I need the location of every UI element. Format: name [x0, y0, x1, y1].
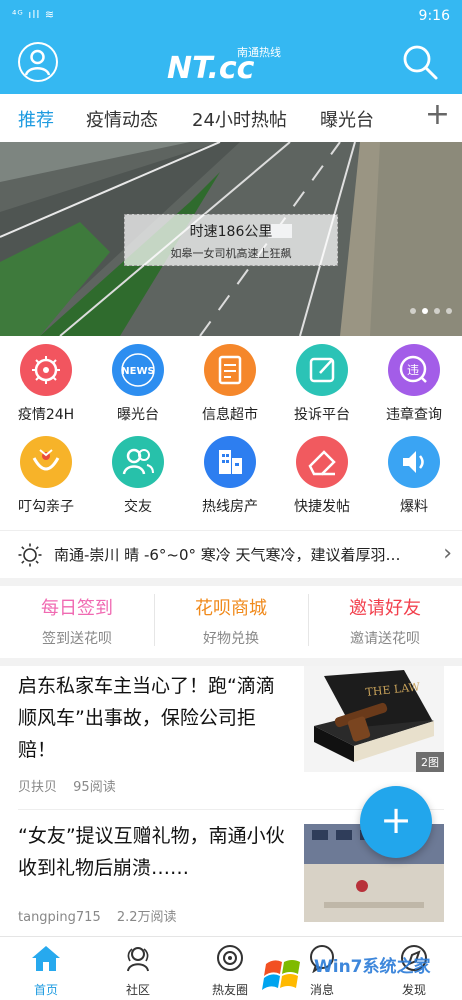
clock: 9:16	[418, 8, 450, 24]
grid-item-violation[interactable]: 违 违章查询	[368, 344, 460, 424]
grid-label: 信息超市	[202, 407, 258, 423]
add-tab-button[interactable]: +	[425, 100, 450, 130]
quick-entries: 每日签到 签到送花呗 花呗商城 好物兑换 邀请好友 邀请送花呗	[0, 586, 462, 658]
grid-label: 曝光台	[117, 407, 159, 423]
carousel-dots	[404, 299, 452, 318]
banner-carousel[interactable]: 时速186公里 如皋一女司机高速上狂飙	[0, 142, 462, 336]
building-icon	[204, 436, 256, 488]
logo-subtext: 南通热线	[237, 45, 281, 59]
quick-title: 每日签到	[41, 598, 113, 619]
quick-subtitle: 邀请送花呗	[350, 631, 420, 647]
article-thumbnail: THE LAW 2图	[304, 666, 444, 772]
signal-indicator: ⁴ᴳ ıll ≋	[12, 8, 56, 21]
violation-icon: 违	[388, 344, 440, 396]
article-meta: 贝扶贝 95阅读	[18, 776, 116, 795]
eraser-icon	[296, 436, 348, 488]
grid-label: 违章查询	[386, 407, 442, 423]
grid-label: 投诉平台	[294, 407, 350, 423]
quick-subtitle: 签到送花呗	[42, 631, 112, 647]
grid-item-quick-post[interactable]: 快捷发帖	[276, 436, 368, 516]
grid-label: 快捷发帖	[294, 499, 350, 515]
banner-title: 时速186公里	[189, 224, 273, 240]
grid-label: 疫情24H	[17, 407, 75, 423]
tab-exposure[interactable]: 曝光台	[320, 106, 374, 132]
moments-icon	[217, 945, 243, 971]
nav-home[interactable]: 首页	[0, 943, 92, 998]
community-icon	[127, 947, 149, 972]
tab-recommend[interactable]: 推荐	[18, 106, 54, 132]
search-icon	[403, 45, 438, 80]
carousel-dot	[410, 308, 416, 314]
article-title: “女友”提议互赠礼物，南通小伙收到礼物后崩溃……	[18, 825, 285, 879]
quick-title: 花呗商城	[195, 598, 267, 619]
daily-checkin-button[interactable]: 每日签到 签到送花呗	[0, 594, 154, 648]
feature-grid: 疫情24H NEWS 曝光台 信息超市 投诉平台 违 违章查询 叮勾亲子 交友	[0, 336, 462, 528]
user-icon	[24, 49, 51, 76]
home-icon	[32, 946, 60, 971]
grid-item-friends[interactable]: 交友	[92, 436, 184, 516]
grid-item-info-market[interactable]: 信息超市	[184, 344, 276, 424]
image-count-badge: 2图	[416, 752, 444, 772]
weather-text: 南通-崇川 晴 -6°~0° 寒冷 天气寒冷，建议着厚羽…	[54, 546, 401, 564]
search-button[interactable]	[400, 42, 440, 82]
article-author: 贝扶贝	[18, 780, 58, 795]
status-bar: ⁴ᴳ ıll ≋ 9:16	[0, 0, 462, 30]
svg-text:NEWS: NEWS	[121, 366, 154, 377]
svg-text:违: 违	[407, 363, 419, 377]
grid-label: 爆料	[400, 499, 428, 515]
article-title: 启东私家车主当心了！跑“滴滴顺风车”出事故，保险公司拒赔！	[18, 675, 275, 761]
sun-icon	[18, 543, 42, 567]
app-logo: NT.cc 南通热线	[165, 42, 295, 86]
grid-label: 叮勾亲子	[18, 499, 74, 515]
article-reads: 95阅读	[73, 780, 116, 795]
nav-label: 首页	[33, 983, 58, 997]
category-tabs: 推荐 疫情动态 24小时热帖 曝光台 +	[0, 94, 462, 142]
carousel-dot	[446, 308, 452, 314]
tab-hot-24h[interactable]: 24小时热帖	[192, 106, 287, 132]
weather-bar[interactable]: 南通-崇川 晴 -6°~0° 寒冷 天气寒冷，建议着厚羽… ›	[0, 530, 462, 578]
grid-item-exposure[interactable]: NEWS 曝光台	[92, 344, 184, 424]
invite-friends-button[interactable]: 邀请好友 邀请送花呗	[308, 594, 462, 648]
new-post-fab[interactable]: +	[360, 786, 432, 858]
grid-item-real-estate[interactable]: 热线房产	[184, 436, 276, 516]
grid-label: 热线房产	[202, 499, 258, 515]
profile-button[interactable]	[18, 42, 58, 82]
news-icon: NEWS	[112, 344, 164, 396]
grid-label: 交友	[124, 499, 152, 515]
virus-icon	[20, 344, 72, 396]
section-divider	[0, 578, 462, 586]
edit-icon	[296, 344, 348, 396]
section-divider	[0, 658, 462, 666]
document-icon	[204, 344, 256, 396]
nav-label: 社区	[125, 983, 150, 997]
article-author: tangping715	[18, 910, 101, 925]
grid-item-epidemic[interactable]: 疫情24H	[0, 344, 92, 424]
watermark-text: Win7系统之家	[314, 957, 431, 977]
article-meta: tangping715 2.2万阅读	[18, 906, 177, 925]
banner-caption: 时速186公里 如皋一女司机高速上狂飙	[124, 214, 338, 266]
tab-epidemic[interactable]: 疫情动态	[86, 106, 158, 132]
carousel-dot	[434, 308, 440, 314]
quick-subtitle: 好物兑换	[203, 631, 259, 647]
mall-button[interactable]: 花呗商城 好物兑换	[154, 594, 308, 648]
carousel-dot	[422, 308, 428, 314]
app-header: ⁴ᴳ ıll ≋ 9:16 NT.cc 南通热线	[0, 0, 462, 94]
quick-title: 邀请好友	[349, 598, 421, 619]
grid-item-tip-off[interactable]: 爆料	[368, 436, 460, 516]
banner-subtitle: 如皋一女司机高速上狂飙	[170, 247, 292, 260]
grid-item-complaint[interactable]: 投诉平台	[276, 344, 368, 424]
grid-item-parenting[interactable]: 叮勾亲子	[0, 436, 92, 516]
chevron-right-icon: ›	[443, 541, 452, 566]
family-icon	[20, 436, 72, 488]
nav-community[interactable]: 社区	[92, 943, 184, 998]
article-reads: 2.2万阅读	[116, 910, 177, 925]
speaker-icon	[388, 436, 440, 488]
friends-icon	[112, 436, 164, 488]
